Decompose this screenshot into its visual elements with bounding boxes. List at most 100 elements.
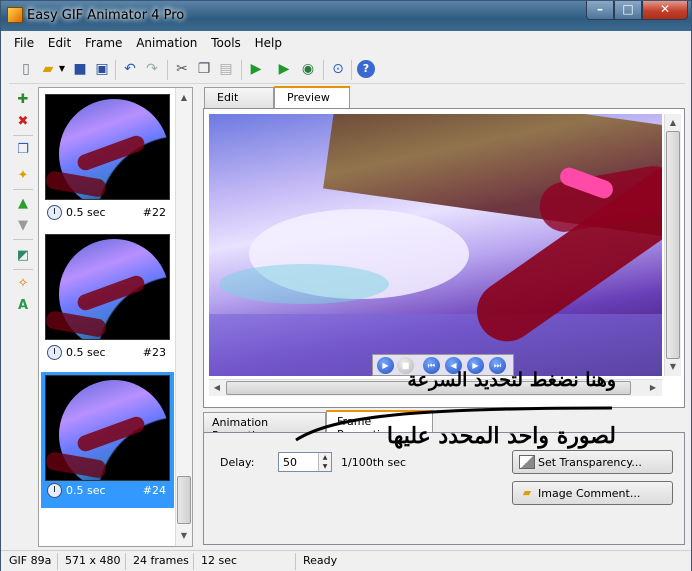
frame-delay: 0.5 sec — [66, 206, 106, 219]
toolbar-separator — [167, 60, 168, 80]
open-folder-icon[interactable]: ▰ — [39, 60, 57, 78]
tools-separator — [13, 269, 33, 270]
preview-in-browser-icon[interactable]: ◉ — [299, 60, 317, 78]
zoom-icon[interactable]: ⊙ — [329, 60, 347, 78]
toolbar-separator — [323, 60, 324, 80]
frame-list-scrollbar[interactable]: ▲ ▼ — [175, 88, 192, 546]
app-window: Easy GIF Animator 4 Pro – □ ✕ File Edit … — [0, 0, 692, 571]
preview-vertical-scrollbar[interactable]: ▲ ▼ — [664, 114, 681, 376]
scroll-right-arrow-icon[interactable]: ▶ — [645, 380, 661, 396]
move-down-icon[interactable]: ▼ — [13, 217, 33, 235]
animation-preview-image: ▶ ■ ⏮ ◀ ▶ ⏭ — [209, 114, 662, 376]
frame-thumbnail[interactable] — [45, 234, 170, 340]
text-icon[interactable]: A — [13, 297, 33, 315]
toolbar: ▯ ▰ ▼ ■ ▣ ↶ ↷ ✂ ❐ ▤ ▶ ▶ ◉ ⊙ ? — [9, 56, 685, 84]
clock-icon — [47, 205, 62, 220]
frame-meta: 0.5 sec #22 — [45, 204, 170, 222]
menu-file[interactable]: File — [9, 32, 39, 54]
menu-animation[interactable]: Animation — [131, 32, 202, 54]
redo-icon[interactable]: ↷ — [143, 60, 161, 78]
frame-tools: ✚ ✖ ❐ ✦ ▲ ▼ ◩ ✧ A — [9, 87, 37, 317]
maximize-button[interactable]: □ — [614, 1, 642, 20]
save-all-icon[interactable]: ▣ — [93, 60, 111, 78]
frame-item-selected[interactable]: 0.5 sec #24 — [41, 372, 174, 508]
status-format: GIF 89a — [9, 554, 52, 567]
frame-item[interactable]: 0.5 sec #22 — [41, 94, 174, 230]
clock-icon — [47, 345, 62, 360]
dropdown-arrow-icon[interactable]: ▼ — [57, 60, 67, 78]
frame-meta: 0.5 sec #24 — [45, 482, 170, 500]
scroll-down-arrow-icon[interactable]: ▼ — [665, 359, 681, 375]
frame-meta: 0.5 sec #23 — [45, 344, 170, 362]
tab-edit[interactable]: Edit — [204, 87, 274, 108]
undo-icon[interactable]: ↶ — [121, 60, 139, 78]
set-transparency-button[interactable]: Set Transparency... — [512, 450, 673, 474]
new-file-icon[interactable]: ▯ — [17, 60, 35, 78]
frame-number: #24 — [142, 484, 166, 497]
preview-panel: ▶ ■ ⏮ ◀ ▶ ⏭ ▲ ▼ ◀ ▶ — [203, 108, 685, 408]
wizard-icon[interactable]: ✧ — [13, 275, 33, 293]
status-frames: 24 frames — [133, 554, 189, 567]
tab-preview[interactable]: Preview — [274, 86, 350, 109]
close-button[interactable]: ✕ — [642, 1, 688, 20]
toolbar-separator — [115, 60, 116, 80]
delay-unit: 1/100th sec — [341, 456, 407, 469]
scroll-thumb[interactable] — [666, 131, 680, 359]
play-icon[interactable]: ▶ — [247, 60, 265, 78]
annotation-line-1: وهنا نضغط لتحديد السرعة — [407, 369, 616, 391]
scroll-thumb[interactable] — [177, 476, 191, 524]
window-title: Easy GIF Animator 4 Pro — [27, 8, 185, 23]
frame-number: #23 — [142, 346, 166, 359]
menu-frame[interactable]: Frame — [80, 32, 127, 54]
menu-bar: File Edit Frame Animation Tools Help — [9, 32, 685, 54]
scroll-down-arrow-icon[interactable]: ▼ — [176, 528, 192, 544]
play-step-icon[interactable]: ▶ — [275, 60, 293, 78]
annotation-line-2: لصورة واحد المحدد عليها — [386, 423, 616, 449]
delay-label: Delay: — [220, 456, 255, 469]
spinner-arrows-icon[interactable]: ▲ ▼ — [318, 453, 331, 471]
new-frame-icon[interactable]: ✦ — [13, 167, 33, 185]
cut-icon[interactable]: ✂ — [173, 60, 191, 78]
save-icon[interactable]: ■ — [71, 60, 89, 78]
paste-icon[interactable]: ▤ — [217, 60, 235, 78]
title-bar[interactable]: Easy GIF Animator 4 Pro – □ ✕ — [1, 1, 691, 31]
clock-icon — [47, 483, 62, 498]
transparency-icon — [519, 455, 535, 469]
add-frame-icon[interactable]: ✚ — [13, 91, 33, 109]
scroll-left-arrow-icon[interactable]: ◀ — [209, 380, 225, 396]
folder-icon: ▰ — [522, 486, 532, 499]
frame-delay: 0.5 sec — [66, 346, 106, 359]
frame-number: #22 — [142, 206, 166, 219]
scroll-up-arrow-icon[interactable]: ▲ — [176, 90, 192, 106]
main-pane: Edit Preview ▶ ■ ⏮ ◀ ▶ ⏭ ▲ ▼ ◀ ▶ Animati… — [201, 86, 685, 547]
help-icon[interactable]: ? — [357, 60, 375, 78]
delay-value[interactable]: 50 — [283, 456, 297, 469]
tools-separator — [13, 135, 33, 136]
frame-list: 0.5 sec #22 0.5 sec #23 0.5 sec #24 ▲ ▼ — [38, 87, 193, 547]
menu-tools[interactable]: Tools — [206, 32, 246, 54]
minimize-button[interactable]: – — [586, 1, 614, 20]
toolbar-separator — [351, 60, 352, 80]
toolbar-separator — [241, 60, 242, 80]
frame-thumbnail[interactable] — [45, 94, 170, 200]
move-up-icon[interactable]: ▲ — [13, 195, 33, 213]
status-size: 571 x 480 — [65, 554, 121, 567]
image-comment-button[interactable]: ▰ Image Comment... — [512, 481, 673, 505]
duplicate-frame-icon[interactable]: ❐ — [13, 141, 33, 159]
status-state: Ready — [303, 554, 338, 567]
status-duration: 12 sec — [201, 554, 238, 567]
tools-separator — [13, 189, 33, 190]
frame-delay: 0.5 sec — [66, 484, 106, 497]
app-icon — [7, 7, 23, 23]
copy-icon[interactable]: ❐ — [195, 60, 213, 78]
status-bar: GIF 89a 571 x 480 24 frames 12 sec Ready — [1, 550, 691, 571]
tools-separator — [13, 239, 33, 240]
frame-thumbnail[interactable] — [45, 375, 170, 481]
scroll-up-arrow-icon[interactable]: ▲ — [665, 115, 681, 131]
frame-item[interactable]: 0.5 sec #23 — [41, 234, 174, 370]
resize-icon[interactable]: ◩ — [13, 247, 33, 265]
menu-help[interactable]: Help — [250, 32, 287, 54]
delay-spinner[interactable]: 50 ▲ ▼ — [278, 452, 332, 472]
delete-frame-icon[interactable]: ✖ — [13, 113, 33, 131]
menu-edit[interactable]: Edit — [43, 32, 76, 54]
